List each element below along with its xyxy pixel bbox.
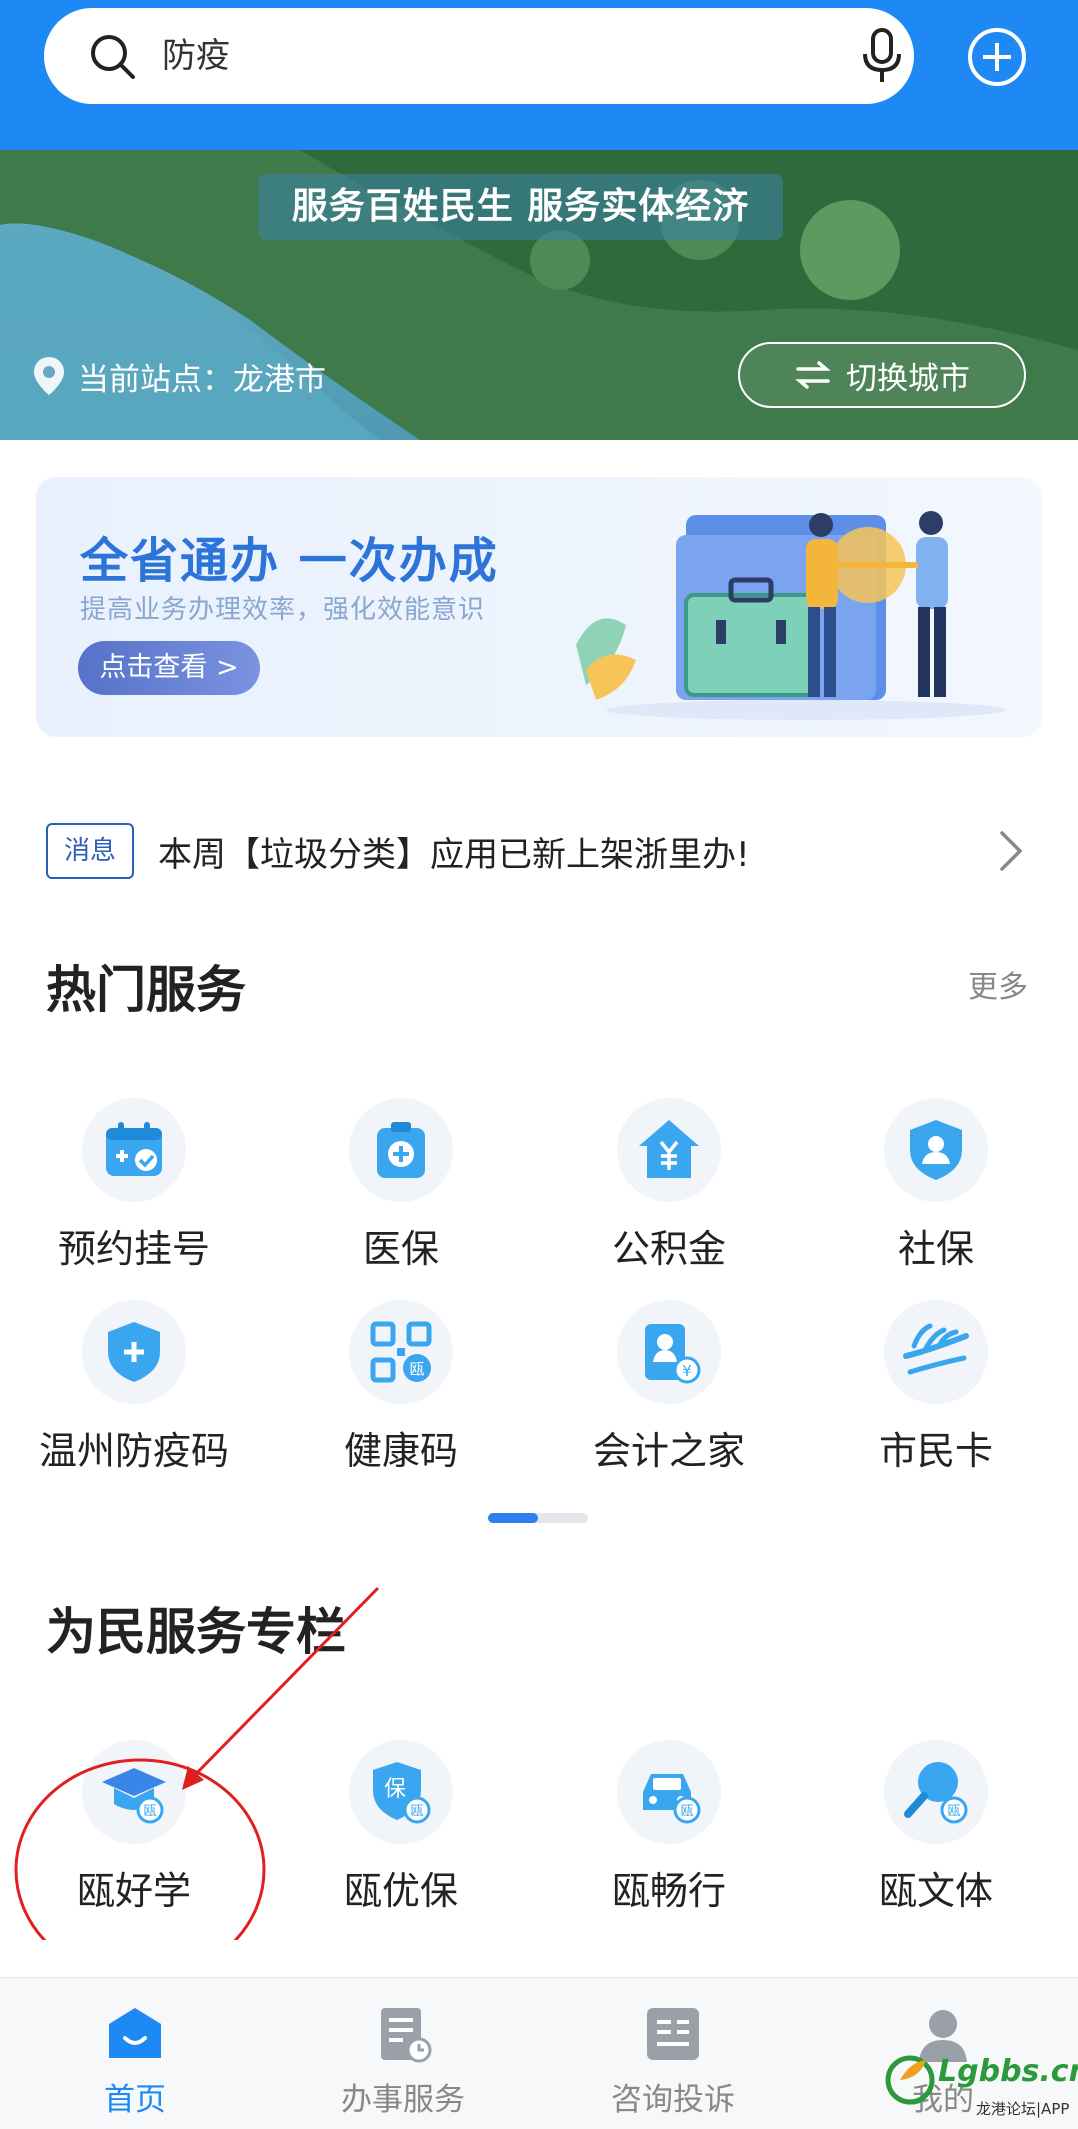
service-label: 社保: [897, 1227, 974, 1271]
service-ou-travel[interactable]: 瓯 瓯畅行: [569, 1740, 769, 1920]
health-code-icon: 瓯: [370, 1321, 432, 1383]
service-label: 健康码: [343, 1429, 458, 1473]
service-appointment[interactable]: 预约挂号: [34, 1098, 234, 1278]
chevron-right-icon: [1000, 831, 1023, 871]
watermark-text: Lgbbs.cn: [938, 2054, 1078, 2089]
service-label: 温州防疫码: [38, 1429, 229, 1473]
service-label: 瓯畅行: [611, 1869, 726, 1913]
add-icon[interactable]: [966, 26, 1028, 88]
notice-text: 本周【垃圾分类】应用已新上架浙里办!: [158, 834, 750, 875]
page-indicator-active: [488, 1513, 538, 1523]
nav-label: 咨询投诉: [611, 2082, 735, 2118]
nav-label: 首页: [104, 2082, 166, 2118]
more-link[interactable]: 更多: [968, 962, 1028, 1006]
svg-text:瓯: 瓯: [680, 1804, 693, 1819]
svg-text:瓯: 瓯: [409, 1360, 424, 1378]
service-ou-insure[interactable]: 保 瓯 瓯优保: [301, 1740, 501, 1920]
notice-bar[interactable]: 消息 本周【垃圾分类】应用已新上架浙里办!: [46, 823, 1042, 879]
watermark-subtext: 龙港论坛|APP: [976, 2100, 1070, 2118]
service-label: 会计之家: [592, 1429, 745, 1473]
service-label: 瓯优保: [343, 1869, 458, 1913]
service-label: 市民卡: [878, 1429, 993, 1473]
service-label: 公积金: [611, 1227, 726, 1271]
service-label: 瓯文体: [878, 1869, 993, 1913]
service-ou-learn[interactable]: 瓯 瓯好学: [34, 1740, 234, 1920]
graduation-cap-icon: 瓯: [102, 1768, 166, 1824]
city-banner: 服务百姓民生 服务实体经济 当前站点：龙港市 切换城市: [0, 150, 1078, 440]
watermark-logo: Lgbbs.cn 龙港论坛|APP: [880, 2048, 1078, 2126]
location-pin-icon: [34, 357, 64, 395]
folder-handshake-illustration: [576, 511, 1006, 720]
svg-text:瓯: 瓯: [410, 1804, 423, 1819]
social-security-icon: [910, 1120, 962, 1180]
nav-label: 办事服务: [341, 2082, 465, 2118]
complaint-icon: [647, 2008, 699, 2060]
service-social-security[interactable]: 社保: [836, 1098, 1036, 1278]
service-accountant-home[interactable]: ¥ 会计之家: [569, 1300, 769, 1480]
calendar-check-icon: [106, 1122, 162, 1176]
search-bar[interactable]: 防疫: [44, 8, 914, 104]
service-epidemic-code[interactable]: 温州防疫码: [34, 1300, 234, 1480]
switch-city-button[interactable]: 切换城市: [738, 342, 1026, 408]
document-clock-icon: [381, 2008, 432, 2063]
search-icon: [91, 35, 135, 79]
ping-pong-icon: 瓯: [904, 1762, 968, 1824]
promo-card[interactable]: 全省通办 一次办成 提高业务办理效率，强化效能意识 点击查看 >: [36, 477, 1042, 737]
service-ou-sports[interactable]: 瓯 瓯文体: [836, 1740, 1036, 1920]
epidemic-code-icon: [108, 1322, 160, 1382]
svg-text:瓯: 瓯: [143, 1804, 156, 1819]
swap-arrows-icon: [795, 361, 831, 389]
service-citizen-card[interactable]: 市民卡: [836, 1300, 1036, 1480]
service-label: 预约挂号: [57, 1227, 210, 1271]
nav-home[interactable]: 首页: [25, 1978, 245, 2129]
promo-title: 全省通办 一次办成: [80, 533, 499, 589]
search-input[interactable]: 防疫: [162, 30, 230, 82]
housing-fund-icon: [639, 1120, 699, 1178]
top-bar: 防疫: [0, 0, 1078, 150]
current-site-label: 当前站点：龙港市: [78, 361, 326, 398]
service-health-code[interactable]: 瓯 健康码: [301, 1300, 501, 1480]
accountant-icon: ¥: [645, 1324, 701, 1384]
medical-insurance-icon: [377, 1122, 425, 1178]
svg-text:瓯: 瓯: [947, 1804, 960, 1819]
citizen-card-icon: [903, 1323, 969, 1375]
nav-consult[interactable]: 咨询投诉: [563, 1978, 783, 2129]
svg-text:¥: ¥: [682, 1362, 692, 1380]
microphone-icon[interactable]: [859, 28, 905, 84]
page-indicator: [488, 1513, 588, 1523]
banner-slogan: 服务百姓民生 服务实体经济: [258, 174, 783, 240]
svg-text:保: 保: [384, 1777, 406, 1802]
view-details-button[interactable]: 点击查看 >: [78, 641, 260, 695]
home-icon: [109, 2008, 161, 2058]
current-site: 当前站点：龙港市: [32, 350, 326, 402]
service-medical-insurance[interactable]: 医保: [301, 1098, 501, 1278]
switch-city-label: 切换城市: [846, 360, 970, 397]
car-icon: 瓯: [643, 1774, 701, 1824]
notice-badge: 消息: [46, 823, 134, 879]
nav-services[interactable]: 办事服务: [293, 1978, 513, 2129]
hot-services-title: 热门服务: [46, 961, 246, 1019]
service-label: 医保: [362, 1227, 439, 1271]
watermark-leaf-icon: [885, 2055, 935, 2105]
service-label: 瓯好学: [76, 1869, 191, 1913]
service-housing-fund[interactable]: 公积金: [569, 1098, 769, 1278]
people-services-title: 为民服务专栏: [46, 1603, 346, 1661]
promo-subtitle: 提高业务办理效率，强化效能意识: [80, 595, 486, 625]
insurance-shield-icon: 保 瓯: [373, 1762, 431, 1824]
